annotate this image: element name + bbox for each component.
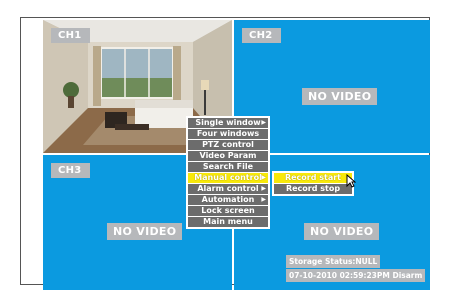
menu-item-video-param[interactable]: Video Param — [188, 151, 268, 161]
submenu-item-record-stop[interactable]: Record stop — [274, 184, 352, 194]
channel-2-no-video: NO VIDEO — [302, 88, 378, 105]
menu-item-single-window[interactable]: Single window ▶ — [188, 118, 268, 128]
mouse-cursor-icon — [346, 174, 356, 188]
menu-item-four-windows[interactable]: Four windows — [188, 129, 268, 139]
menu-item-manual-control[interactable]: Manual control ▶ — [188, 173, 268, 183]
channel-1-label: CH1 — [51, 28, 90, 43]
date-time-status: 07-10-2010 02:59:23PM Disarm — [286, 269, 426, 282]
menu-item-main-menu[interactable]: Main menu — [188, 217, 268, 227]
submenu-arrow-icon: ▶ — [261, 196, 266, 203]
menu-item-ptz-control[interactable]: PTZ control — [188, 140, 268, 150]
menu-item-automation[interactable]: Automation ▶ — [188, 195, 268, 205]
channel-3-label: CH3 — [51, 163, 90, 178]
menu-item-search-file[interactable]: Search File — [188, 162, 268, 172]
manual-control-submenu: Record start Record stop — [272, 171, 354, 196]
submenu-arrow-icon: ▶ — [261, 119, 266, 126]
storage-status: Storage Status:NULL — [286, 255, 381, 268]
menu-item-alarm-control[interactable]: Alarm control ▶ — [188, 184, 268, 194]
channel-2-label: CH2 — [242, 28, 281, 43]
menu-item-lock-screen[interactable]: Lock screen — [188, 206, 268, 216]
submenu-arrow-icon: ▶ — [261, 185, 266, 192]
submenu-item-record-start[interactable]: Record start — [274, 173, 352, 183]
channel-3-no-video: NO VIDEO — [107, 223, 183, 240]
submenu-arrow-icon: ▶ — [261, 174, 266, 181]
channel-4-no-video: NO VIDEO — [304, 223, 380, 240]
context-menu: Single window ▶ Four windows PTZ control … — [186, 116, 270, 229]
